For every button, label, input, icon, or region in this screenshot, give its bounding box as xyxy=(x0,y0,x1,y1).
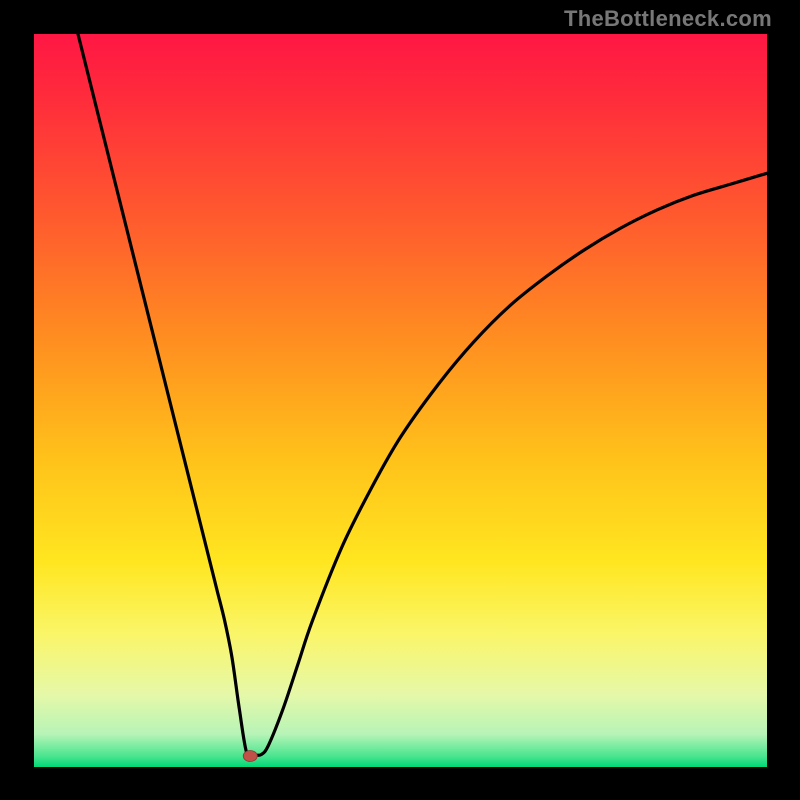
optimum-marker xyxy=(243,751,257,762)
chart-svg xyxy=(34,34,767,767)
watermark-text: TheBottleneck.com xyxy=(564,6,772,32)
chart-frame: TheBottleneck.com xyxy=(0,0,800,800)
plot-area xyxy=(34,34,767,767)
chart-background xyxy=(34,34,767,767)
